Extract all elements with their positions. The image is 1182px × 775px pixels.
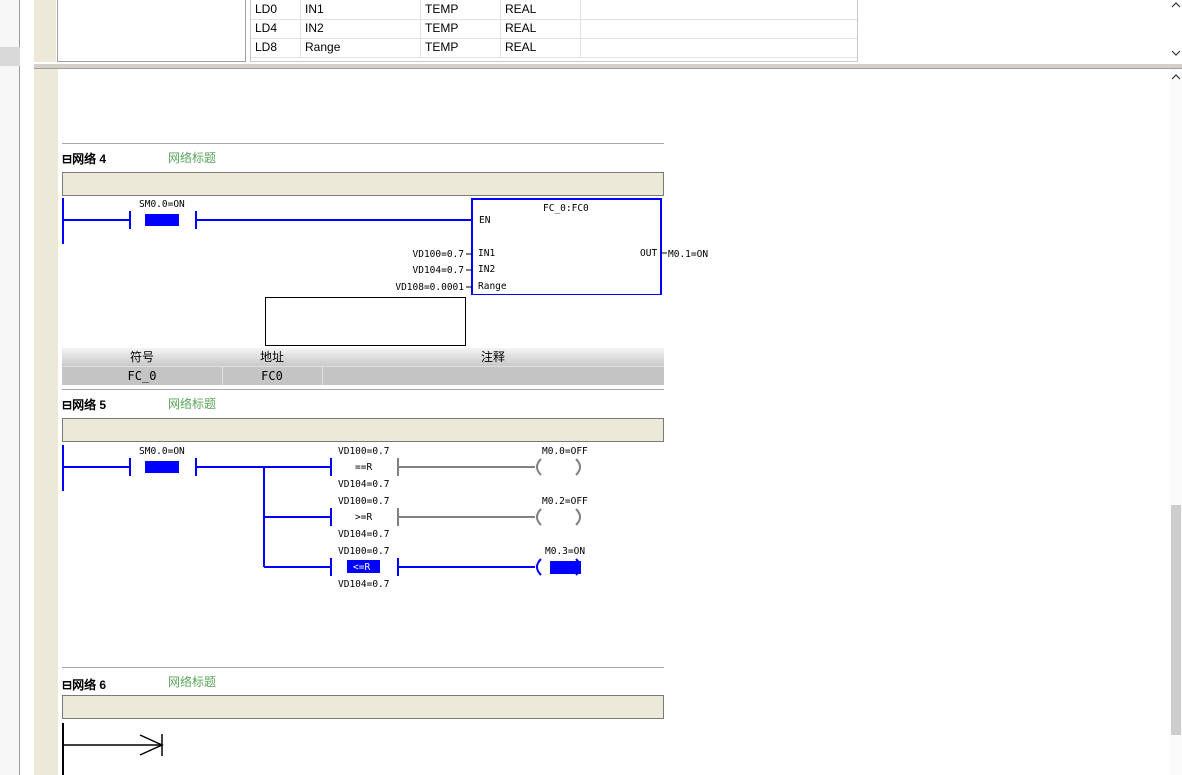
pin-in1: IN1 xyxy=(478,248,495,259)
network-title[interactable]: 网络标题 xyxy=(168,149,216,166)
collapse-icon[interactable]: ⊟ xyxy=(62,398,72,412)
collapse-icon[interactable]: ⊟ xyxy=(62,152,72,166)
contact-label: SM0.0=ON xyxy=(139,199,185,210)
left-edge-panel xyxy=(0,0,20,775)
contact-on-fill xyxy=(145,461,179,473)
scroll-down-icon xyxy=(1171,50,1181,56)
data-type-cell[interactable]: REAL xyxy=(501,0,581,19)
pou-description-panel[interactable] xyxy=(57,0,246,62)
network-separator xyxy=(62,667,664,668)
table-row[interactable]: LD8 Range TEMP REAL xyxy=(251,38,857,58)
coil-left xyxy=(536,458,542,476)
network-label: 网络 5 xyxy=(72,398,107,412)
scroll-thumb[interactable] xyxy=(1171,505,1181,735)
network-5-header[interactable]: ⊟网络 5 xyxy=(62,396,106,413)
table-scrollbar[interactable] xyxy=(1170,0,1182,62)
comment-cell[interactable] xyxy=(581,38,857,57)
coil-right xyxy=(575,508,581,526)
symbol-cell[interactable]: FC_0 xyxy=(62,367,223,385)
data-type-cell[interactable]: REAL xyxy=(501,19,581,38)
block-comment-box[interactable] xyxy=(265,297,466,346)
compare-op: ==R xyxy=(355,462,372,473)
address-header: 地址 xyxy=(259,350,284,364)
name-cell[interactable]: IN1 xyxy=(301,0,421,19)
symbol-header: 符号 xyxy=(129,350,154,364)
compare-top: VD100=0.7 xyxy=(338,546,389,557)
address-cell[interactable]: FC0 xyxy=(222,367,323,385)
compare-top: VD100=0.7 xyxy=(338,496,389,507)
address-cell[interactable]: LD0 xyxy=(251,0,301,19)
symbol-table-header: 符号 地址 注释 xyxy=(62,348,664,366)
comment-header: 注释 xyxy=(480,350,505,364)
network-4-ladder: SM0.0=ON FC_0:FC0 EN IN1 VD100=0.7 IN2 V… xyxy=(62,198,708,295)
collapse-icon[interactable]: ⊟ xyxy=(62,678,72,692)
pin-out-value: M0.1=ON xyxy=(668,249,708,260)
symbol-table-row[interactable]: FC_0 FC0 xyxy=(62,366,664,385)
network-comment[interactable] xyxy=(62,418,664,442)
coil-left xyxy=(536,508,542,526)
name-cell[interactable]: Range xyxy=(301,38,421,57)
comment-cell[interactable] xyxy=(322,367,664,385)
data-type-cell[interactable]: REAL xyxy=(501,38,581,57)
compare-top: VD100=0.7 xyxy=(338,446,389,457)
network-label: 网络 4 xyxy=(72,152,107,166)
scroll-up-arrow[interactable] xyxy=(1170,69,1182,89)
coil-right xyxy=(575,458,581,476)
pin-out: OUT xyxy=(640,248,657,259)
pin-in2: IN2 xyxy=(478,264,495,275)
network-separator xyxy=(62,389,664,390)
pin-in1-value: VD100=0.7 xyxy=(413,249,464,260)
compare-op: <=R xyxy=(353,562,370,573)
network-comment[interactable] xyxy=(62,695,664,719)
coil-label: M0.3=ON xyxy=(545,546,585,557)
coil-on-fill xyxy=(550,561,581,574)
coil-label: M0.0=OFF xyxy=(542,446,588,457)
var-type-cell[interactable]: TEMP xyxy=(421,19,501,38)
pin-in2-value: VD104=0.7 xyxy=(413,265,464,276)
pane-splitter[interactable] xyxy=(34,63,1182,69)
table-row[interactable]: LD0 IN1 TEMP REAL xyxy=(251,0,857,20)
network-4-header[interactable]: ⊟网络 4 xyxy=(62,150,106,167)
network-title[interactable]: 网络标题 xyxy=(168,395,216,412)
network-5-ladder: SM0.0=ON VD100=0.7 ==R VD104=0.7 M0.0=OF… xyxy=(62,445,588,590)
top-gutter xyxy=(34,0,56,62)
pin-range: Range xyxy=(478,281,507,292)
compare-bottom: VD104=0.7 xyxy=(338,479,389,490)
scroll-up-icon xyxy=(1171,74,1181,80)
network-title[interactable]: 网络标题 xyxy=(168,673,216,690)
contact-label: SM0.0=ON xyxy=(139,446,185,457)
var-type-cell[interactable]: TEMP xyxy=(421,38,501,57)
comment-cell[interactable] xyxy=(581,0,857,19)
address-cell[interactable]: LD8 xyxy=(251,38,301,57)
network-6-ladder xyxy=(62,723,164,775)
network-6-header[interactable]: ⊟网络 6 xyxy=(62,676,106,693)
address-cell[interactable]: LD4 xyxy=(251,19,301,38)
var-type-cell[interactable]: TEMP xyxy=(421,0,501,19)
network-separator xyxy=(62,143,664,144)
block-name: FC_0:FC0 xyxy=(543,203,589,214)
compare-bottom: VD104=0.7 xyxy=(338,579,389,590)
scroll-arrows xyxy=(1171,2,1181,56)
compare-op: >=R xyxy=(355,512,372,523)
name-cell[interactable]: IN2 xyxy=(301,19,421,38)
main-gutter xyxy=(34,69,58,775)
compare-bottom: VD104=0.7 xyxy=(338,529,389,540)
scroll-up-icon xyxy=(1171,2,1181,8)
coil-label: M0.2=OFF xyxy=(542,496,588,507)
network-comment[interactable] xyxy=(62,172,664,196)
network-label: 网络 6 xyxy=(72,678,107,692)
coil-left xyxy=(536,558,542,576)
comment-cell[interactable] xyxy=(581,19,857,38)
pin-range-value: VD108=0.0001 xyxy=(395,282,464,293)
contact-on-fill xyxy=(145,214,179,226)
variable-table[interactable]: LD0 IN1 TEMP REAL LD4 IN2 TEMP REAL LD8 … xyxy=(250,0,858,62)
left-edge-tab[interactable] xyxy=(0,47,20,66)
table-row[interactable]: LD4 IN2 TEMP REAL xyxy=(251,19,857,39)
en-pin: EN xyxy=(479,215,491,226)
